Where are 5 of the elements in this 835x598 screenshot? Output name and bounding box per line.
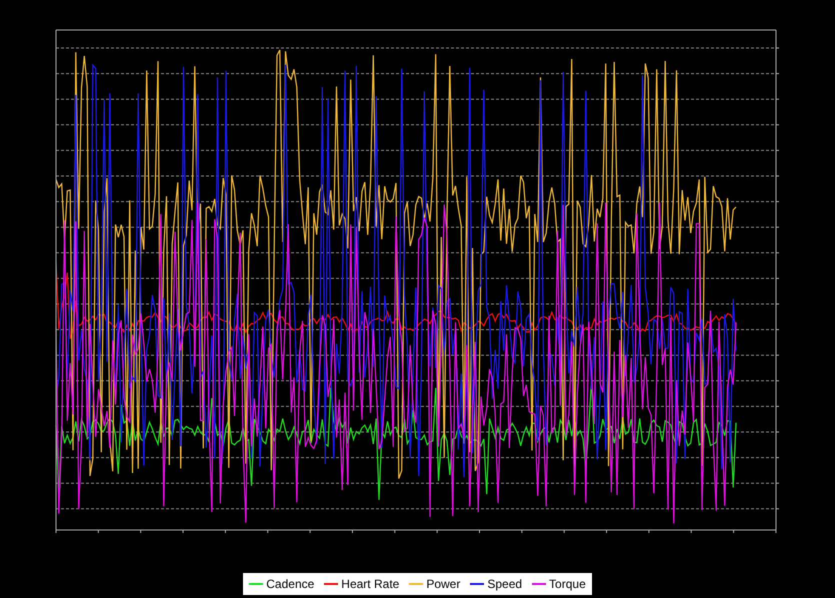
legend-label: Torque <box>549 576 586 593</box>
legend-label: Speed <box>487 576 522 593</box>
legend-label: Power <box>426 576 460 593</box>
legend-label: Heart Rate <box>341 576 400 593</box>
legend-label: Cadence <box>266 576 314 593</box>
